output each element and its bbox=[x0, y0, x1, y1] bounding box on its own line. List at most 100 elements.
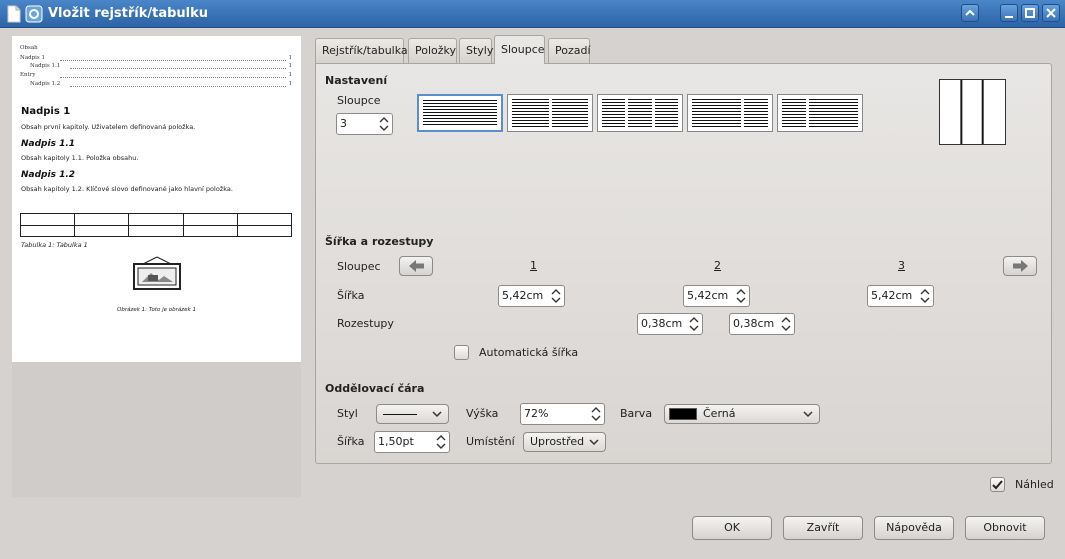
arrow-right-icon bbox=[1013, 260, 1028, 272]
tab-styles[interactable]: Styly bbox=[459, 38, 493, 63]
spacing-label: Rozestupy bbox=[337, 317, 394, 330]
column-number-1: 1 bbox=[530, 259, 537, 272]
column-number-3: 3 bbox=[898, 259, 905, 272]
app-menu-icon[interactable] bbox=[25, 5, 43, 23]
toc-leader bbox=[60, 60, 286, 61]
preview-page: Obsah Nadpis 1 1 Nadpis 1.1 1 Entry 1 Na… bbox=[12, 36, 301, 362]
close-window-button[interactable] bbox=[1042, 4, 1060, 22]
preview-picture-caption: Obrázek 1: Toto je obrázek 1 bbox=[117, 307, 196, 313]
width-label: Šířka bbox=[337, 289, 365, 302]
preview-toc-entry: Entry 1 bbox=[20, 72, 292, 79]
preview-heading-2: Nadpis 1.2 bbox=[21, 170, 76, 180]
window-title: Vložit rejstřík/tabulku bbox=[48, 6, 209, 21]
separator-height-spinner[interactable]: 72% bbox=[520, 403, 605, 425]
close-icon bbox=[1046, 8, 1056, 18]
preview-paragraph: Obsah kapitoly 1.1. Položka obsahu. bbox=[21, 154, 139, 162]
preview-toc-entry: Nadpis 1 1 bbox=[20, 55, 292, 62]
column-preset-left[interactable] bbox=[687, 94, 773, 132]
arrow-left-icon bbox=[409, 260, 424, 272]
spacing-1-spinner[interactable]: 0,38cm bbox=[637, 313, 703, 335]
tab-index-table[interactable]: Rejstřík/tabulka bbox=[315, 38, 408, 63]
next-column-button[interactable] bbox=[1003, 256, 1037, 276]
position-value: Uprostřed bbox=[530, 435, 585, 448]
auto-width-label: Automatická šířka bbox=[479, 346, 579, 359]
color-swatch bbox=[669, 408, 697, 420]
columns-spinner[interactable]: 3 bbox=[336, 113, 393, 135]
chevron-down-icon bbox=[803, 411, 813, 418]
spin-arrows-icon bbox=[436, 435, 446, 449]
auto-width-checkbox[interactable] bbox=[454, 345, 469, 360]
close-button[interactable]: Zavřít bbox=[783, 516, 863, 540]
spin-arrows-icon bbox=[591, 407, 601, 421]
column-label: Sloupec bbox=[337, 260, 381, 273]
preview-checkbox[interactable] bbox=[990, 477, 1005, 492]
separator-width-spinner[interactable]: 1,50pt bbox=[374, 431, 450, 453]
separator-style-select[interactable] bbox=[376, 404, 449, 424]
separator-height-label: Výška bbox=[466, 407, 499, 420]
column-preset-3[interactable] bbox=[597, 94, 683, 132]
height-value: 72% bbox=[524, 407, 549, 420]
toc-entry-page: 1 bbox=[288, 63, 293, 69]
preview-table-caption: Tabulka 1: Tabulka 1 bbox=[21, 241, 88, 249]
settings-section-title: Nastavení bbox=[325, 74, 388, 87]
width-value: 5,42cm bbox=[687, 289, 729, 302]
spin-arrows-icon bbox=[920, 289, 930, 303]
toc-entry-page: 1 bbox=[288, 55, 293, 61]
minimize-button[interactable] bbox=[1000, 4, 1018, 22]
column-preset-2[interactable] bbox=[507, 94, 593, 132]
column-preset-right[interactable] bbox=[777, 94, 863, 132]
preview-area: Obsah Nadpis 1 1 Nadpis 1.1 1 Entry 1 Na… bbox=[12, 36, 301, 497]
color-value: Černá bbox=[703, 407, 736, 420]
spin-arrows-icon bbox=[781, 317, 791, 331]
title-bar: Vložit rejstřík/tabulku bbox=[0, 0, 1065, 28]
ok-button[interactable]: OK bbox=[692, 516, 772, 540]
toc-entry-text: Nadpis 1.2 bbox=[30, 81, 61, 87]
toc-entry-page: 1 bbox=[288, 81, 293, 87]
spin-arrows-icon bbox=[689, 317, 699, 331]
tab-background[interactable]: Pozadí bbox=[548, 38, 591, 63]
separator-color-select[interactable]: Černá bbox=[664, 404, 820, 424]
chevron-down-icon bbox=[589, 439, 599, 446]
checkmark-icon bbox=[992, 480, 1003, 490]
tab-columns[interactable]: Sloupce bbox=[494, 35, 545, 64]
spacing-value: 0,38cm bbox=[733, 317, 775, 330]
column-3-width-spinner[interactable]: 5,42cm bbox=[867, 285, 934, 307]
separator-color-label: Barva bbox=[620, 407, 653, 420]
maximize-icon bbox=[1025, 8, 1035, 18]
chevron-down-icon bbox=[432, 411, 442, 418]
reset-button[interactable]: Obnovit bbox=[965, 516, 1045, 540]
spacing-2-spinner[interactable]: 0,38cm bbox=[729, 313, 795, 335]
keep-above-button[interactable] bbox=[961, 4, 979, 22]
width-value: 5,42cm bbox=[871, 289, 913, 302]
maximize-button[interactable] bbox=[1021, 4, 1039, 22]
toc-leader bbox=[60, 77, 286, 78]
separator-position-select[interactable]: Uprostřed bbox=[523, 432, 606, 452]
width-value: 5,42cm bbox=[502, 289, 544, 302]
width-spacing-section-title: Šířka a rozestupy bbox=[325, 235, 434, 248]
columns-value: 3 bbox=[340, 117, 347, 130]
spin-arrows-icon bbox=[379, 117, 389, 131]
prev-column-button[interactable] bbox=[399, 256, 433, 276]
preview-toc-entry: Nadpis 1.1 1 bbox=[30, 63, 292, 70]
separator-width-label: Šířka bbox=[337, 435, 365, 448]
preview-heading-1: Nadpis 1 bbox=[21, 106, 71, 117]
toc-leader bbox=[70, 86, 286, 87]
column-number-2: 2 bbox=[714, 259, 721, 272]
width-value: 1,50pt bbox=[378, 435, 414, 448]
preview-picture-icon bbox=[133, 256, 181, 290]
line-style-preview bbox=[383, 414, 417, 415]
separator-section-title: Oddělovací čára bbox=[325, 382, 425, 395]
help-button[interactable]: Nápověda bbox=[874, 516, 954, 540]
preview-table bbox=[19, 213, 293, 237]
toc-entry-text: Entry bbox=[20, 72, 36, 78]
column-preset-1[interactable] bbox=[417, 94, 503, 132]
column-1-width-spinner[interactable]: 5,42cm bbox=[498, 285, 565, 307]
minimize-icon bbox=[1005, 16, 1013, 18]
tab-entries[interactable]: Položky bbox=[408, 38, 457, 63]
document-icon bbox=[7, 5, 21, 23]
preview-toc-title: Obsah bbox=[20, 45, 38, 51]
separator-position-label: Umístění bbox=[466, 435, 515, 448]
column-2-width-spinner[interactable]: 5,42cm bbox=[683, 285, 750, 307]
columns-label: Sloupce bbox=[337, 94, 381, 107]
preview-heading-2: Nadpis 1.1 bbox=[21, 139, 76, 149]
